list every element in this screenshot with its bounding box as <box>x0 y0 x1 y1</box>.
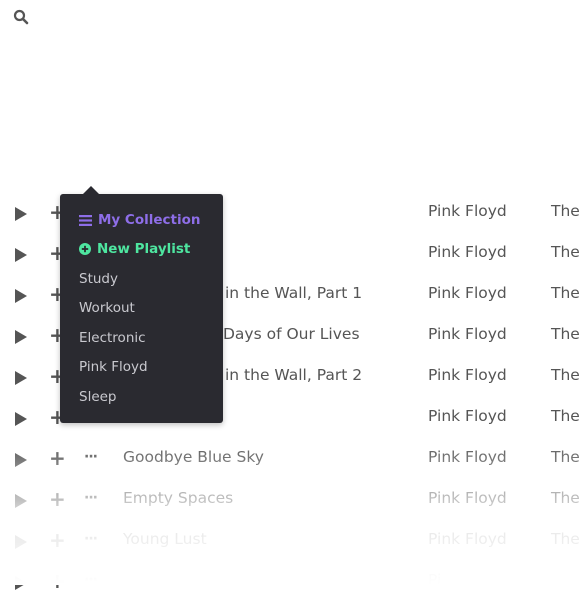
search-icon <box>13 9 29 25</box>
menu-item-label: My Collection <box>98 212 201 228</box>
menu-item-label: New Playlist <box>97 241 191 257</box>
track-artist[interactable]: Pink Floyd <box>428 448 507 466</box>
more-icon[interactable]: ··· <box>84 491 100 507</box>
track-album[interactable]: The W <box>551 202 585 220</box>
menu-item-new-playlist[interactable]: New Playlist <box>79 239 190 259</box>
add-icon[interactable]: + <box>49 571 66 591</box>
track-row[interactable]: + ··· Goodbye Blue Sky Pink Floyd The W <box>0 438 585 479</box>
play-icon[interactable] <box>15 371 27 385</box>
add-icon[interactable]: + <box>49 530 66 550</box>
track-title: Days of Our Lives <box>223 325 360 343</box>
track-artist[interactable]: Pink Floyd <box>428 407 507 425</box>
play-icon[interactable] <box>15 248 27 262</box>
track-artist[interactable]: Pink Floyd <box>428 530 507 548</box>
menu-item-playlist[interactable]: Study <box>79 269 118 289</box>
track-artist[interactable]: Pink Floyd <box>428 489 507 507</box>
menu-item-playlist[interactable]: Workout <box>79 298 135 318</box>
play-icon[interactable] <box>15 494 27 508</box>
play-icon[interactable] <box>15 330 27 344</box>
menu-item-my-collection[interactable]: My Collection <box>79 210 201 230</box>
track-artist[interactable]: Pi <box>428 571 441 589</box>
track-album[interactable]: The W <box>551 530 585 548</box>
list-icon <box>79 214 92 226</box>
track-album[interactable]: The W <box>551 325 585 343</box>
track-row[interactable]: + ··· Pi <box>0 561 585 602</box>
track-title: Goodbye Blue Sky <box>123 448 264 466</box>
track-album[interactable]: The W <box>551 448 585 466</box>
more-icon[interactable]: ··· <box>84 573 100 589</box>
track-title: in the Wall, Part 1 <box>225 284 363 302</box>
add-icon[interactable]: + <box>49 489 66 509</box>
menu-item-playlist[interactable]: Pink Floyd <box>79 357 148 377</box>
play-icon[interactable] <box>15 207 27 221</box>
track-album[interactable]: The W <box>551 366 585 384</box>
play-icon[interactable] <box>15 453 27 467</box>
add-icon[interactable]: + <box>49 448 66 468</box>
track-title: in the Wall, Part 2 <box>225 366 363 384</box>
track-artist[interactable]: Pink Floyd <box>428 366 507 384</box>
more-icon[interactable]: ··· <box>84 450 100 466</box>
track-row[interactable]: + ··· Young Lust Pink Floyd The W <box>0 520 585 561</box>
play-icon[interactable] <box>15 576 27 590</box>
plus-circle-icon <box>79 243 91 255</box>
track-artist[interactable]: Pink Floyd <box>428 325 507 343</box>
track-artist[interactable]: Pink Floyd <box>428 202 507 220</box>
play-icon[interactable] <box>15 289 27 303</box>
track-row[interactable]: + ··· Empty Spaces Pink Floyd The W <box>0 479 585 520</box>
menu-item-playlist[interactable]: Sleep <box>79 387 117 407</box>
add-to-playlist-menu: My Collection New Playlist Study Workout… <box>60 186 223 423</box>
more-icon[interactable]: ··· <box>84 532 100 548</box>
track-album[interactable]: The W <box>551 284 585 302</box>
track-title: Empty Spaces <box>123 489 234 507</box>
play-icon[interactable] <box>15 535 27 549</box>
track-artist[interactable]: Pink Floyd <box>428 284 507 302</box>
track-album[interactable]: The W <box>551 489 585 507</box>
search-button[interactable] <box>13 9 33 29</box>
menu-item-playlist[interactable]: Electronic <box>79 328 146 348</box>
track-title: Young Lust <box>123 530 207 548</box>
track-album[interactable]: The W <box>551 243 585 261</box>
menu-caret <box>83 186 99 194</box>
track-artist[interactable]: Pink Floyd <box>428 243 507 261</box>
play-icon[interactable] <box>15 412 27 426</box>
track-album[interactable]: The W <box>551 407 585 425</box>
